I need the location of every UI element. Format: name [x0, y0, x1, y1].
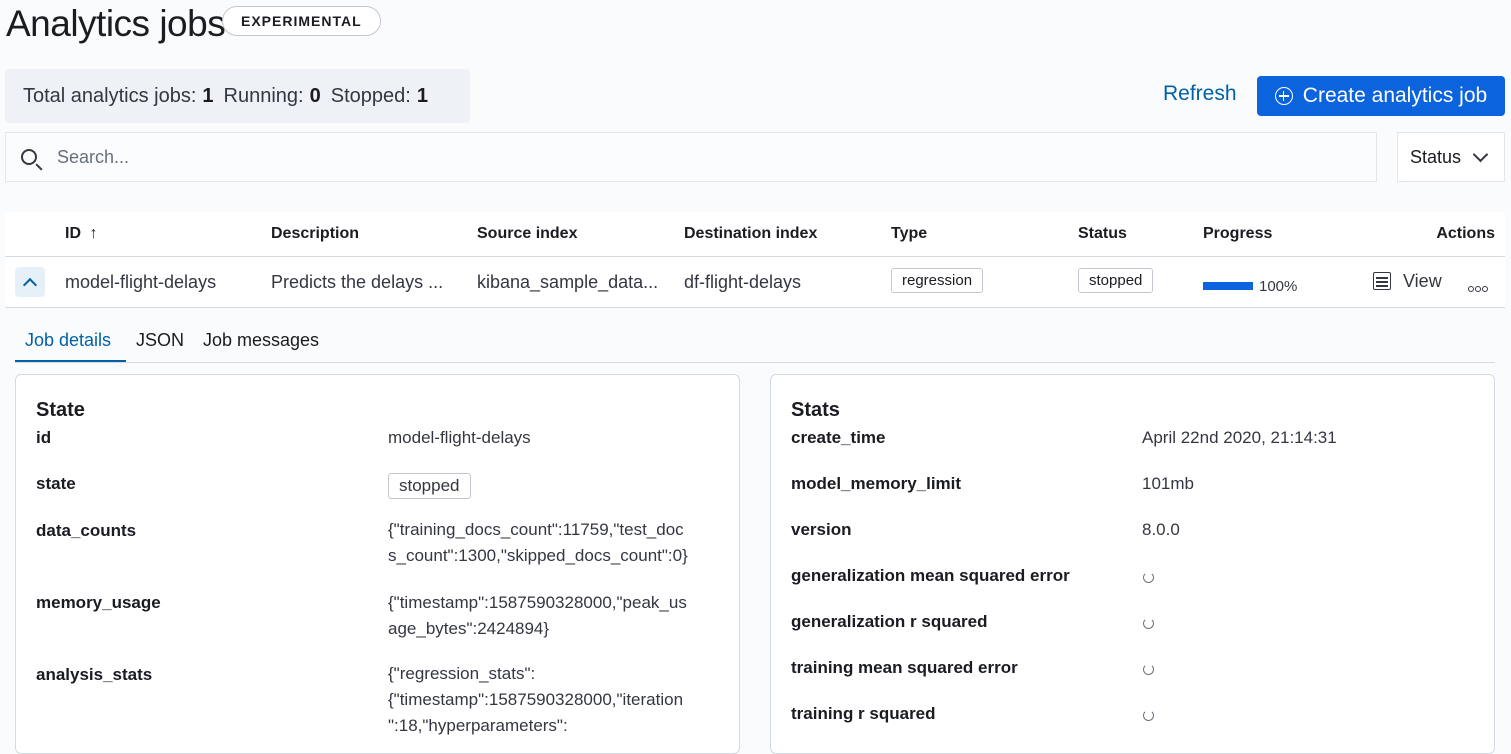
loading-spinner-icon: [1143, 572, 1154, 583]
column-header-type[interactable]: Type: [891, 225, 927, 243]
column-header-status[interactable]: Status: [1078, 225, 1127, 243]
state-value: {"timestamp":1587590328000,"peak_us age_…: [388, 593, 687, 638]
table-row: model-flight-delays Predicts the delays …: [5, 257, 1505, 308]
experimental-badge: EXPERIMENTAL: [222, 6, 381, 36]
refresh-button[interactable]: Refresh: [1163, 82, 1237, 106]
stats-value: April 22nd 2020, 21:14:31: [1142, 428, 1337, 447]
stats-value: 8.0.0: [1142, 520, 1180, 539]
state-key: state: [36, 474, 76, 493]
stats-key: generalization mean squared error: [791, 566, 1070, 585]
total-value: 1: [202, 84, 214, 107]
stats-key: generalization r squared: [791, 612, 988, 631]
status-badge: stopped: [1078, 268, 1154, 293]
search-icon: [21, 149, 37, 165]
column-header-actions: Actions: [1436, 225, 1495, 242]
column-header-description[interactable]: Description: [271, 225, 359, 243]
cell-destination-index: df-flight-delays: [684, 272, 802, 292]
analytics-jobs-table: ID ↑ Description Source index Destinatio…: [5, 212, 1505, 308]
state-badge: stopped: [388, 473, 471, 499]
cell-source-index: kibana_sample_data...: [477, 272, 659, 292]
state-key: data_counts: [36, 521, 137, 540]
status-filter-button[interactable]: Status: [1397, 132, 1505, 182]
running-value: 0: [309, 84, 321, 107]
sort-asc-icon: ↑: [89, 225, 98, 242]
stats-key: create_time: [791, 428, 886, 447]
loading-spinner-icon: [1143, 618, 1154, 629]
chevron-down-icon: [1472, 146, 1489, 163]
state-value: {"regression_stats": {"timestamp":158759…: [388, 664, 684, 735]
plus-circle-icon: [1274, 87, 1293, 105]
more-actions-button[interactable]: [1468, 276, 1489, 297]
cell-id: model-flight-delays: [65, 272, 217, 292]
stats-value: 101mb: [1142, 474, 1194, 493]
cell-description: Predicts the delays ...: [271, 272, 444, 292]
stats-key: training r squared: [791, 704, 936, 723]
analytics-stats-bar: Total analytics jobs: 1 Running: 0 Stopp…: [5, 69, 470, 123]
view-label: View: [1403, 270, 1442, 291]
stopped-label: Stopped:: [330, 84, 411, 107]
tab-job-details[interactable]: Job details: [15, 320, 126, 362]
loading-spinner-icon: [1143, 710, 1154, 721]
column-header-source-index[interactable]: Source index: [477, 225, 577, 243]
stats-key: version: [791, 520, 852, 539]
running-label: Running:: [223, 84, 304, 107]
state-panel-title: State: [36, 399, 85, 421]
tab-json[interactable]: JSON: [126, 320, 194, 362]
state-key: id: [36, 428, 52, 447]
total-label: Total analytics jobs:: [23, 84, 197, 107]
search-input[interactable]: [55, 145, 1259, 169]
search-bar: [5, 132, 1377, 182]
type-badge: regression: [891, 268, 984, 293]
state-key: analysis_stats: [36, 665, 153, 684]
loading-spinner-icon: [1143, 664, 1154, 675]
progress-indicator: 100%: [1203, 275, 1297, 296]
progress-text: 100%: [1259, 277, 1298, 295]
create-button-label: Create analytics job: [1302, 84, 1488, 107]
stats-panel-title: Stats: [791, 399, 840, 421]
table-view-icon: [1373, 272, 1391, 291]
state-value: model-flight-delays: [388, 428, 531, 447]
more-actions-icon: [1468, 276, 1489, 297]
state-panel: State id model-flight-delays state stopp…: [15, 374, 740, 754]
progress-bar: [1203, 282, 1253, 291]
column-header-id[interactable]: ID ↑: [65, 225, 97, 243]
state-key: memory_usage: [36, 593, 161, 612]
stats-key: model_memory_limit: [791, 474, 962, 493]
view-action[interactable]: View: [1373, 270, 1442, 292]
create-analytics-job-button[interactable]: Create analytics job: [1257, 76, 1505, 116]
job-details-tabs: Job details JSON Job messages: [15, 320, 1495, 363]
stopped-value: 1: [416, 84, 428, 107]
state-value: {"training_docs_count":11759,"test_doc s…: [388, 520, 688, 565]
column-header-destination-index[interactable]: Destination index: [684, 225, 817, 243]
tab-job-messages[interactable]: Job messages: [193, 320, 329, 362]
stats-panel: Stats create_time April 22nd 2020, 21:14…: [770, 374, 1495, 754]
collapse-row-button[interactable]: [15, 267, 45, 297]
page-title: Analytics jobs: [6, 3, 226, 44]
table-header: ID ↑ Description Source index Destinatio…: [5, 212, 1505, 257]
column-header-progress[interactable]: Progress: [1203, 225, 1272, 243]
status-filter-label: Status: [1410, 146, 1462, 167]
stats-key: training mean squared error: [791, 658, 1018, 677]
